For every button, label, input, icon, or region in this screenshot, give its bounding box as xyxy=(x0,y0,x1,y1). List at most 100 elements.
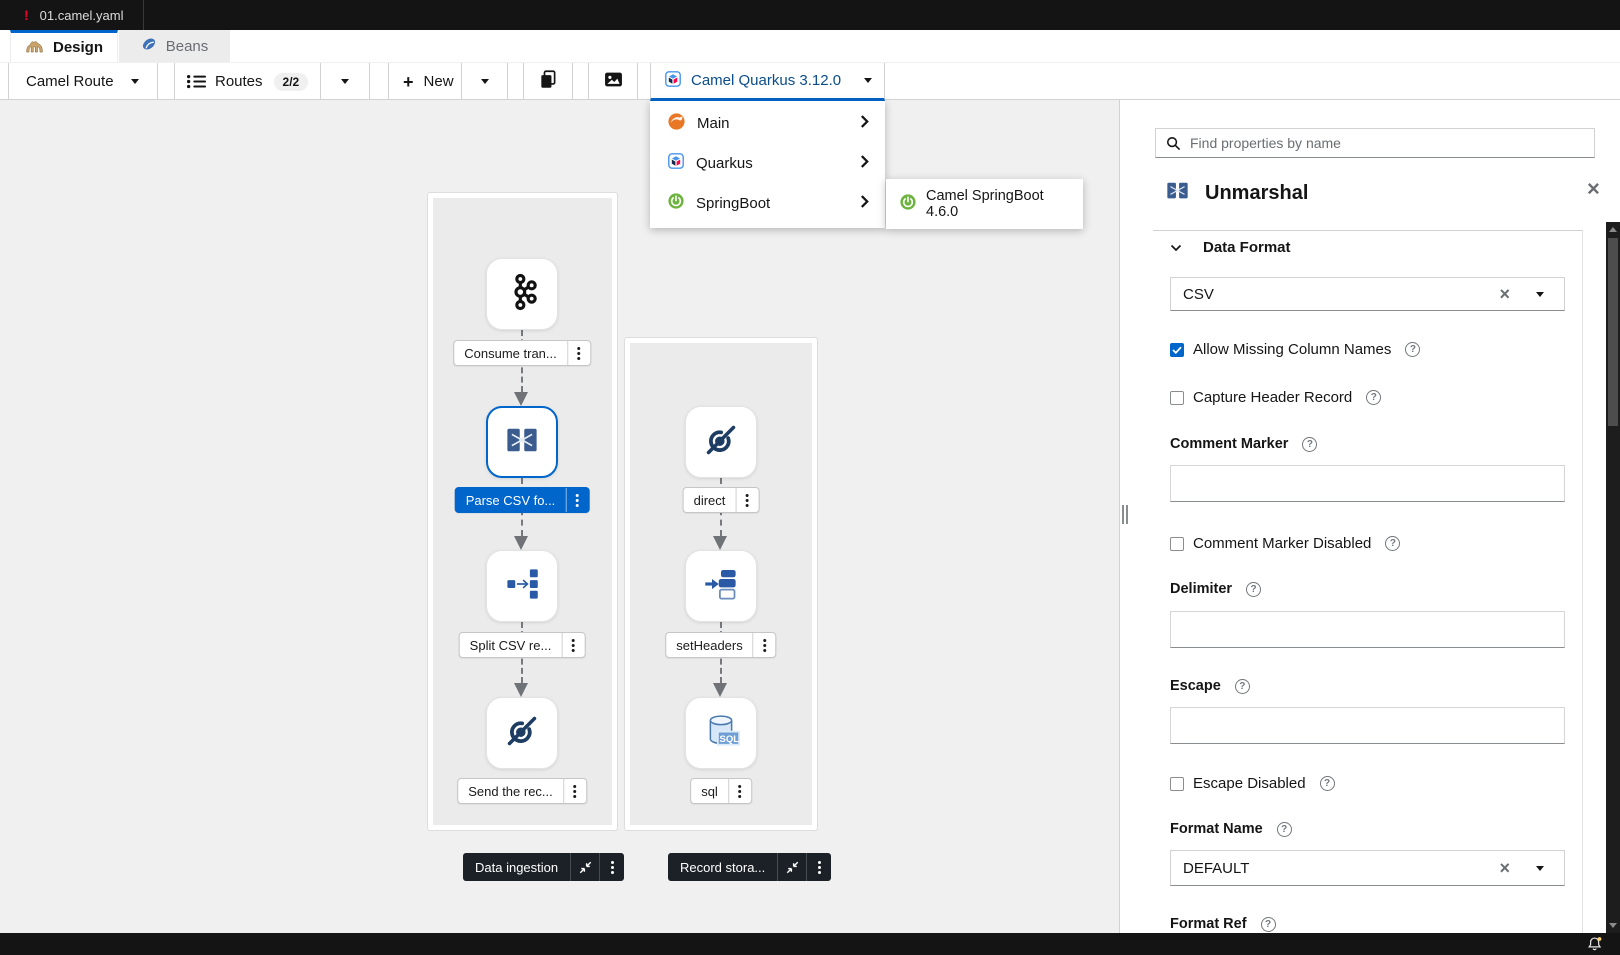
close-panel-icon[interactable]: × xyxy=(1587,180,1600,198)
checkbox-label: Escape Disabled xyxy=(1193,775,1306,792)
search-icon xyxy=(1156,136,1190,151)
node-sql[interactable]: SQL xyxy=(685,697,757,769)
tab-beans[interactable]: Beans xyxy=(119,30,230,62)
node-label-sql[interactable]: sql xyxy=(690,778,752,804)
properties-search[interactable] xyxy=(1155,128,1595,158)
node-unmarshal-selected[interactable] xyxy=(486,406,558,478)
tab-design[interactable]: Design xyxy=(10,30,118,62)
notifications-bell-icon[interactable] xyxy=(1586,936,1604,955)
menu-item-quarkus[interactable]: Quarkus xyxy=(650,143,885,183)
export-image-button[interactable] xyxy=(588,63,638,100)
help-icon[interactable]: ? xyxy=(1320,776,1335,791)
node-label-setheaders[interactable]: setHeaders xyxy=(665,632,776,658)
kebab-menu-icon[interactable] xyxy=(735,488,758,512)
node-split[interactable] xyxy=(486,550,558,622)
caret-down-icon xyxy=(481,79,489,84)
comment-marker-disabled-checkbox[interactable] xyxy=(1170,537,1184,551)
dataformat-value: CSV xyxy=(1171,286,1499,303)
comment-marker-input[interactable] xyxy=(1170,465,1565,502)
node-label-text: setHeaders xyxy=(666,633,752,657)
scrollbar-thumb[interactable] xyxy=(1608,238,1618,426)
node-send-direct[interactable] xyxy=(486,697,558,769)
node-kafka[interactable] xyxy=(486,258,558,330)
field-label: Format Name xyxy=(1170,821,1263,837)
format-name-value: DEFAULT xyxy=(1171,860,1499,877)
collapse-group-icon[interactable] xyxy=(570,853,599,881)
help-icon[interactable]: ? xyxy=(1302,437,1317,452)
node-label-split-csv[interactable]: Split CSV re... xyxy=(459,632,586,658)
checkbox-label: Allow Missing Column Names xyxy=(1193,341,1391,358)
flow-type-dropdown[interactable]: Camel Route xyxy=(8,63,158,100)
springboot-icon xyxy=(900,194,916,214)
node-label-send[interactable]: Send the rec... xyxy=(457,778,587,804)
kebab-menu-icon[interactable] xyxy=(567,341,590,365)
plus-icon: + xyxy=(389,75,414,89)
kebab-menu-icon[interactable] xyxy=(599,853,624,881)
camel-icon xyxy=(25,38,44,57)
copy-flow-button[interactable] xyxy=(523,63,573,100)
menu-item-camel-springboot[interactable]: Camel SpringBoot 4.6.0 xyxy=(886,188,1083,220)
kebab-menu-icon[interactable] xyxy=(753,633,776,657)
help-icon[interactable]: ? xyxy=(1405,342,1420,357)
kebab-menu-icon[interactable] xyxy=(563,779,586,803)
help-icon[interactable]: ? xyxy=(1235,679,1250,694)
scroll-down-icon[interactable] xyxy=(1609,923,1617,928)
search-input[interactable] xyxy=(1190,130,1594,156)
help-icon[interactable]: ? xyxy=(1261,917,1276,932)
window-scrollbar[interactable] xyxy=(1606,222,1620,933)
node-label-text: sql xyxy=(691,779,728,803)
node-label-parse-csv[interactable]: Parse CSV fo... xyxy=(455,487,590,513)
group-pill-data-ingestion[interactable]: Data ingestion xyxy=(463,853,624,881)
kebab-menu-icon[interactable] xyxy=(728,779,751,803)
kebab-menu-icon[interactable] xyxy=(561,633,584,657)
help-icon[interactable]: ? xyxy=(1246,582,1261,597)
menu-item-springboot[interactable]: SpringBoot xyxy=(650,183,885,223)
node-label-text: Send the rec... xyxy=(458,779,563,803)
section-data-format[interactable]: Data Format xyxy=(1170,239,1291,256)
caret-down-icon[interactable] xyxy=(1536,292,1564,297)
escape-input[interactable] xyxy=(1170,707,1565,744)
escape-disabled-checkbox[interactable] xyxy=(1170,777,1184,791)
menu-item-main[interactable]: Main xyxy=(650,103,885,143)
format-name-typeahead[interactable]: DEFAULT × xyxy=(1170,850,1565,886)
capture-header-checkbox[interactable] xyxy=(1170,391,1184,405)
help-icon[interactable]: ? xyxy=(1277,822,1292,837)
menu-item-label: Quarkus xyxy=(696,155,848,172)
caret-down-icon[interactable] xyxy=(1536,866,1564,871)
node-setheaders[interactable] xyxy=(685,550,757,622)
node-direct[interactable] xyxy=(685,406,757,478)
file-name: 01.camel.yaml xyxy=(40,8,124,23)
edge-arrow xyxy=(514,392,528,406)
field-label: Format Ref xyxy=(1170,916,1247,932)
field-label: Delimiter xyxy=(1170,581,1232,597)
chevron-right-icon xyxy=(860,115,869,132)
clear-icon[interactable]: × xyxy=(1499,284,1536,305)
scroll-up-icon[interactable] xyxy=(1609,227,1617,232)
node-label-consume[interactable]: Consume tran... xyxy=(453,340,591,366)
collapse-group-icon[interactable] xyxy=(777,853,806,881)
panel-resize-handle[interactable] xyxy=(1122,505,1128,524)
escape-label-row: Escape ? xyxy=(1170,678,1250,694)
delimiter-input[interactable] xyxy=(1170,611,1565,648)
dataformat-typeahead[interactable]: CSV × xyxy=(1170,277,1565,311)
caret-down-icon xyxy=(341,79,349,84)
routes-dropdown[interactable]: Routes 2/2 xyxy=(174,63,370,100)
unmarshal-icon xyxy=(1165,178,1190,208)
node-label-direct[interactable]: direct xyxy=(683,487,760,513)
routes-caret-button[interactable] xyxy=(321,79,369,84)
chevron-down-icon xyxy=(1170,239,1182,256)
help-icon[interactable]: ? xyxy=(1366,390,1381,405)
clear-icon[interactable]: × xyxy=(1499,858,1536,879)
kebab-menu-icon[interactable] xyxy=(806,853,831,881)
allow-missing-checkbox[interactable] xyxy=(1170,343,1184,357)
file-tab[interactable]: ! 01.camel.yaml xyxy=(0,0,144,30)
capture-header-row: Capture Header Record ? xyxy=(1170,389,1381,406)
group-pill-record-storage[interactable]: Record stora... xyxy=(668,853,831,881)
runtime-selector-dropdown[interactable]: Camel Quarkus 3.12.0 xyxy=(650,63,885,101)
new-route-button[interactable]: + New xyxy=(388,63,508,100)
help-icon[interactable]: ? xyxy=(1385,536,1400,551)
tab-label: Beans xyxy=(166,38,209,55)
new-caret-button[interactable] xyxy=(462,79,507,84)
kebab-menu-icon[interactable] xyxy=(565,488,588,512)
node-label-text: Consume tran... xyxy=(454,341,567,365)
